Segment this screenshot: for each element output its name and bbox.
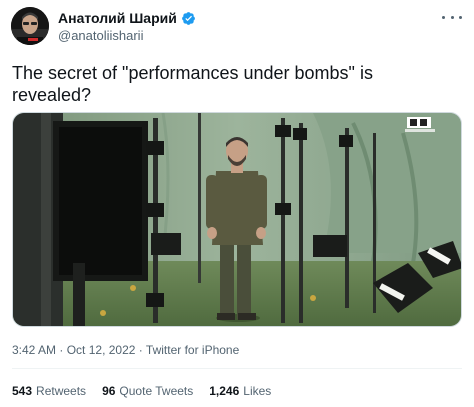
video-still-photo-icon bbox=[13, 113, 461, 326]
tweet-source[interactable]: Twitter for iPhone bbox=[146, 343, 239, 357]
tweet-meta: 3:42 AM · Oct 12, 2022 · Twitter for iPh… bbox=[12, 342, 239, 358]
dot-icon bbox=[442, 15, 445, 19]
meta-separator: · bbox=[59, 343, 67, 357]
verified-badge-icon bbox=[181, 11, 196, 26]
avatar-photo-icon bbox=[11, 7, 49, 45]
author-avatar[interactable] bbox=[11, 7, 49, 45]
author-display-name[interactable]: Анатолий Шарий bbox=[58, 10, 177, 26]
dot-icon bbox=[459, 15, 462, 19]
tweet-date[interactable]: Oct 12, 2022 bbox=[67, 343, 136, 357]
quote-tweets-label: Quote Tweets bbox=[119, 384, 194, 398]
engagement-stats: 543 Retweets 96 Quote Tweets 1,246 Likes bbox=[12, 383, 287, 399]
dot-icon bbox=[450, 15, 454, 19]
tweet-time[interactable]: 3:42 AM bbox=[12, 343, 56, 357]
quote-tweets-count: 96 bbox=[102, 384, 116, 398]
author-handle[interactable]: @anatoliisharii bbox=[58, 28, 143, 44]
more-options-button[interactable] bbox=[442, 10, 462, 24]
divider bbox=[12, 368, 462, 369]
retweets-label: Retweets bbox=[36, 384, 87, 398]
likes-count: 1,246 bbox=[209, 384, 240, 398]
tweet-card: Анатолий Шарий @anatoliisharii The secre… bbox=[0, 0, 474, 407]
quote-tweets-stat[interactable]: 96 Quote Tweets bbox=[102, 383, 193, 399]
author-name-row: Анатолий Шарий bbox=[58, 10, 196, 26]
meta-separator: · bbox=[138, 343, 146, 357]
likes-stat[interactable]: 1,246 Likes bbox=[209, 383, 271, 399]
tweet-text: The secret of "performances under bombs"… bbox=[12, 63, 373, 105]
retweets-count: 543 bbox=[12, 384, 33, 398]
retweets-stat[interactable]: 543 Retweets bbox=[12, 383, 86, 399]
tweet-media[interactable] bbox=[12, 112, 462, 327]
likes-label: Likes bbox=[243, 384, 272, 398]
